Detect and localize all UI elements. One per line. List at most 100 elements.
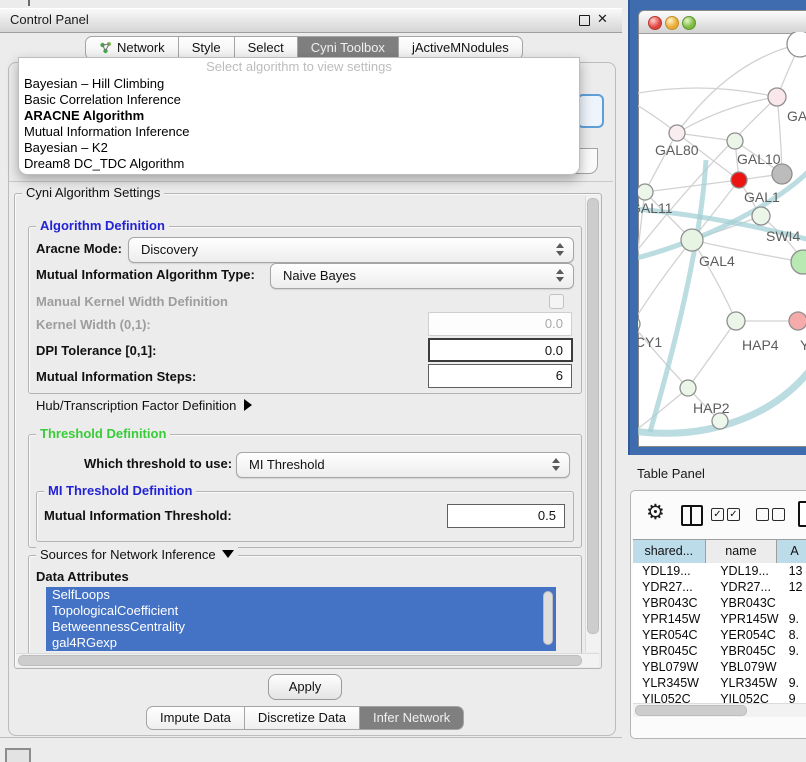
network-node[interactable] (680, 380, 696, 396)
attribute-item[interactable]: SelfLoops (46, 587, 556, 603)
algorithm-definition-title: Algorithm Definition (36, 218, 169, 233)
network-node[interactable] (791, 250, 806, 274)
expand-right-icon (244, 399, 252, 411)
desktop-edge (628, 0, 630, 455)
network-node[interactable] (727, 312, 745, 330)
table-cell: YDR27... (633, 579, 713, 595)
settings-hscrollbar-thumb[interactable] (18, 655, 582, 666)
table-row[interactable]: YIL052CYIL052C9 (633, 691, 806, 703)
tab-discretize-data[interactable]: Discretize Data (245, 706, 360, 730)
unchecked-checkbox-icon[interactable] (772, 508, 785, 521)
kernel-width-label: Kernel Width (0,1): (36, 314, 151, 336)
network-node[interactable] (712, 413, 728, 429)
collapsed-panel-button[interactable] (5, 748, 31, 762)
table-row[interactable]: YDL19...YDL19...13 (633, 563, 806, 579)
algorithm-option[interactable]: Bayesian – K2 (19, 140, 579, 156)
aracne-mode-label: Aracne Mode: (36, 238, 122, 260)
table-cell: YBR045C (713, 643, 784, 659)
gear-icon[interactable]: ⚙ (646, 502, 665, 524)
attribute-item[interactable]: TopologicalCoefficient (46, 603, 556, 619)
tab-infer-network[interactable]: Infer Network (360, 706, 464, 730)
table-row[interactable]: YER054CYER054C8. (633, 627, 806, 643)
network-node-label: GAL1 (744, 189, 780, 205)
unchecked-checkbox-icon[interactable] (756, 508, 769, 521)
network-window-titlebar[interactable] (639, 11, 806, 34)
table-cell: 13 (785, 563, 806, 579)
table-row[interactable]: YDR27...YDR27...12 (633, 579, 806, 595)
mi-type-select[interactable]: Naive Bayes (270, 263, 574, 289)
table-row[interactable]: YBR043CYBR043C (633, 595, 806, 611)
manual-kernel-label: Manual Kernel Width Definition (36, 291, 228, 313)
document-icon[interactable] (798, 501, 806, 527)
application-window: Control Panel ✕ Network Style Select Cyn… (0, 0, 806, 762)
network-node-label: GAL11 (638, 200, 673, 216)
bottom-tabs: Impute Data Discretize Data Infer Networ… (146, 706, 464, 730)
sources-group-title[interactable]: Sources for Network Inference (36, 547, 238, 562)
checked-checkbox-icon[interactable]: ✓ (711, 508, 724, 521)
attribute-item[interactable]: BetweennessCentrality (46, 619, 556, 635)
mi-type-value: Naive Bayes (271, 264, 573, 288)
table-row[interactable]: YLR345WYLR345W9. (633, 675, 806, 691)
window-minimize-icon[interactable] (665, 16, 679, 30)
kernel-width-field[interactable]: 0.0 (428, 312, 572, 336)
hub-definition-expander[interactable]: Hub/Transcription Factor Definition (36, 396, 252, 416)
column-header-partial[interactable]: A (777, 540, 806, 563)
network-node[interactable] (681, 229, 703, 251)
network-node[interactable] (772, 164, 792, 184)
table-cell: YDR27... (713, 579, 784, 595)
tab-label: Select (248, 40, 284, 55)
float-window-icon[interactable] (579, 15, 590, 26)
network-node[interactable] (787, 32, 806, 57)
split-columns-icon[interactable] (681, 505, 703, 526)
table-cell: YBL079W (713, 659, 784, 675)
aracne-mode-value: Discovery (129, 238, 573, 262)
network-edge (688, 321, 736, 388)
network-node[interactable] (638, 316, 640, 332)
manual-kernel-checkbox[interactable] (549, 294, 564, 309)
column-header-name[interactable]: name (706, 540, 778, 563)
table-row[interactable]: YPR145WYPR145W9. (633, 611, 806, 627)
table-cell (785, 595, 806, 611)
window-close-icon[interactable] (648, 16, 662, 30)
network-node[interactable] (638, 184, 653, 200)
algorithm-option[interactable]: Dream8 DC_TDC Algorithm (19, 156, 579, 172)
mi-threshold-field[interactable]: 0.5 (447, 504, 565, 528)
network-node[interactable] (727, 133, 743, 149)
table-row[interactable]: YBL079WYBL079W (633, 659, 806, 675)
help-button-partial[interactable] (577, 94, 604, 128)
algorithm-option[interactable]: Bayesian – Hill Climbing (19, 76, 579, 92)
aracne-mode-select[interactable]: Discovery (128, 237, 574, 263)
table-cell: 12 (785, 579, 806, 595)
network-node[interactable] (789, 312, 806, 330)
attributes-scrollbar-thumb[interactable] (543, 591, 553, 645)
table-cell: YBR043C (713, 595, 784, 611)
close-icon[interactable]: ✕ (597, 11, 608, 27)
table-cell: YBL079W (633, 659, 713, 675)
which-threshold-select[interactable]: MI Threshold (236, 452, 570, 478)
network-svg: GALGAL80GAL10GAL1GAL11SWI4GAL4GCY1HAP4YH… (638, 32, 806, 441)
mi-threshold-group-title: MI Threshold Definition (44, 483, 196, 498)
network-node[interactable] (731, 172, 747, 188)
algorithm-option[interactable]: ARACNE Algorithm (19, 108, 579, 124)
checked-checkbox-icon[interactable]: ✓ (727, 508, 740, 521)
table-cell: YLR345W (633, 675, 713, 691)
stepper-icon (556, 269, 564, 282)
attribute-item[interactable]: gal4RGexp (46, 635, 556, 651)
column-header-shared-name[interactable]: shared... (633, 540, 706, 563)
table-hscrollbar-thumb[interactable] (635, 705, 747, 716)
apply-button[interactable]: Apply (268, 674, 342, 700)
algorithm-dropdown[interactable]: Select algorithm to view settings Bayesi… (18, 57, 580, 175)
table-row[interactable]: YBR045CYBR045C9. (633, 643, 806, 659)
network-node[interactable] (669, 125, 685, 141)
algorithm-option[interactable]: Basic Correlation Inference (19, 92, 579, 108)
algorithm-option[interactable]: Mutual Information Inference (19, 124, 579, 140)
network-node[interactable] (768, 88, 786, 106)
network-node[interactable] (752, 207, 770, 225)
network-node-label: GAL4 (699, 253, 735, 269)
settings-vscrollbar-thumb[interactable] (587, 198, 599, 634)
window-zoom-icon[interactable] (682, 16, 696, 30)
tab-impute-data[interactable]: Impute Data (146, 706, 245, 730)
dpi-tolerance-field[interactable]: 0.0 (428, 338, 573, 362)
table-cell: YBR045C (633, 643, 713, 659)
mi-steps-field[interactable]: 6 (428, 364, 572, 388)
